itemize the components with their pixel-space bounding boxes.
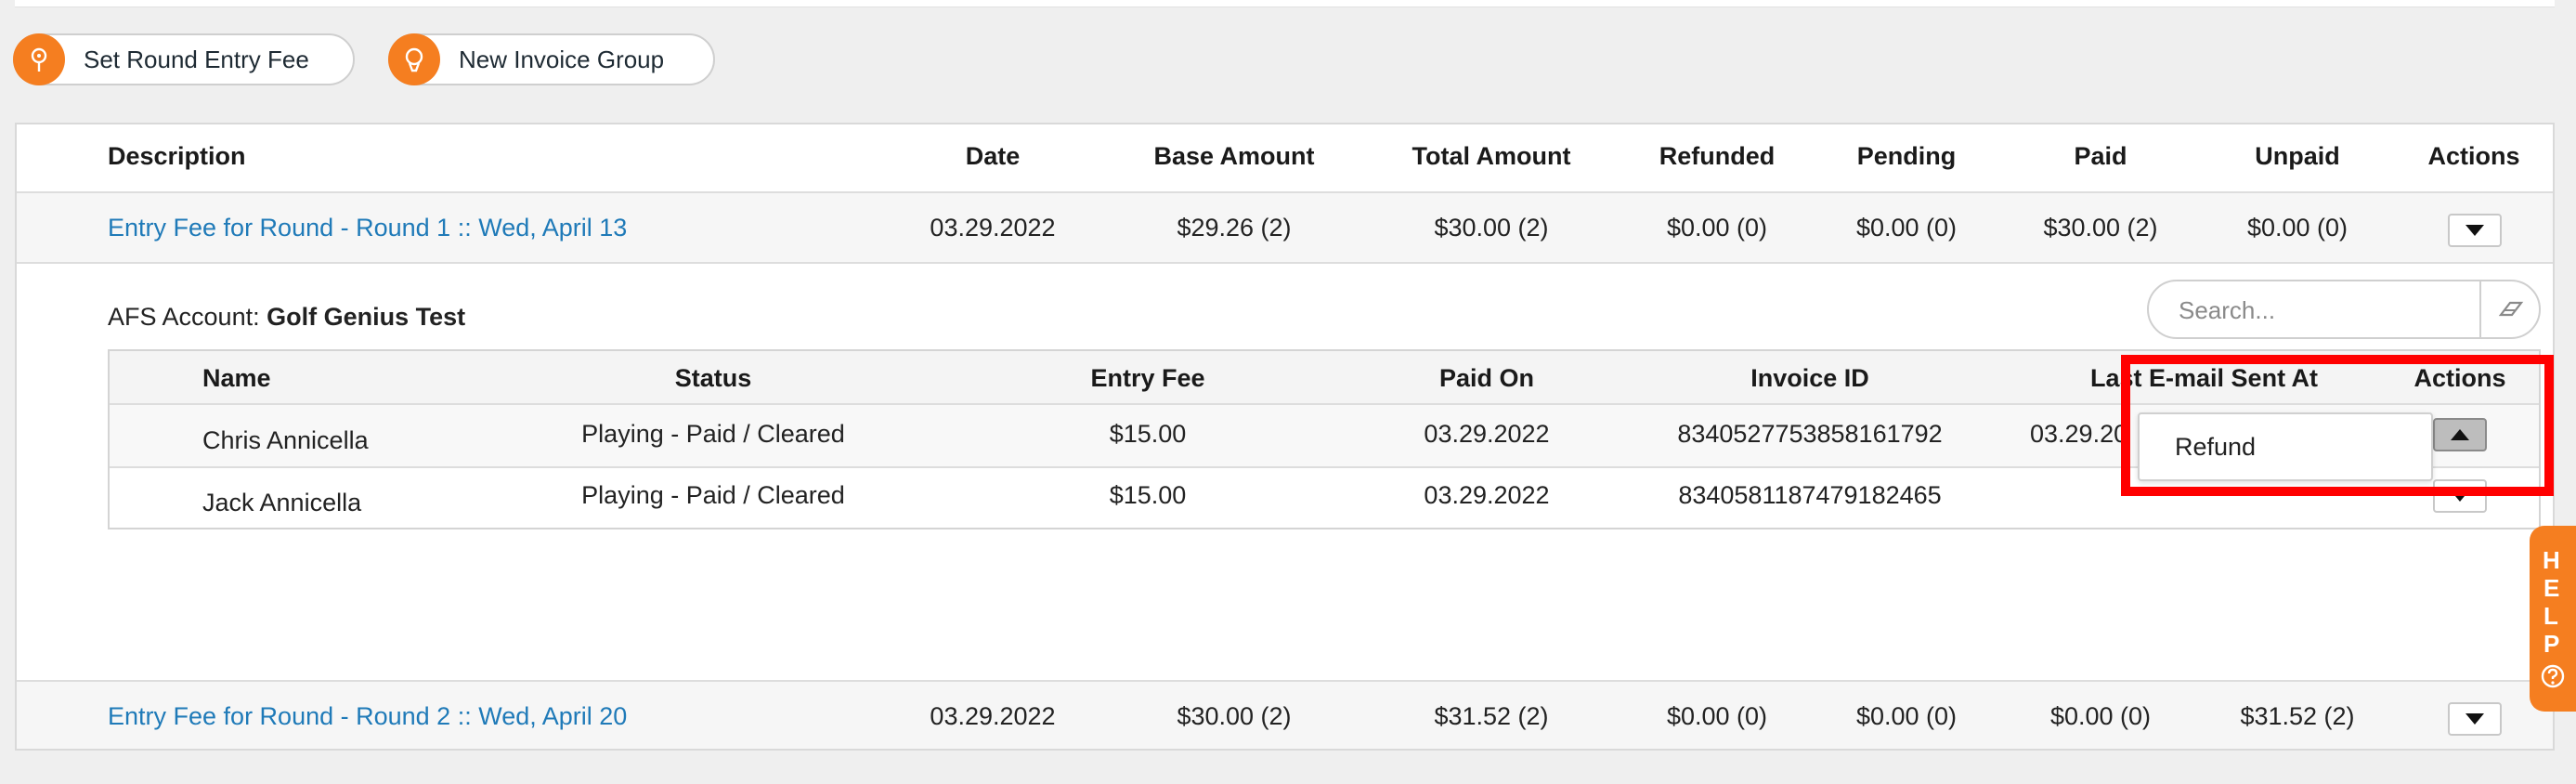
row-unpaid: $31.52 (2) [2240,702,2355,730]
col-header-description: Description [108,142,246,170]
new-invoice-group-button[interactable]: New Invoice Group [388,33,715,85]
afs-account-info: AFS Account: Golf Genius Test [108,303,465,332]
highlight-box [2121,355,2554,496]
chevron-down-icon [2465,713,2484,725]
row-base-amount: $30.00 (2) [1177,702,1292,730]
chevron-down-icon [2465,225,2484,236]
round-1-link[interactable]: Entry Fee for Round - Round 1 :: Wed, Ap… [108,214,627,242]
participant-name: Chris Annicella [202,426,369,454]
set-round-entry-fee-button[interactable]: Set Round Entry Fee [13,33,355,85]
participant-paid-on: 03.29.2022 [1424,420,1550,448]
participant-name: Jack Annicella [202,489,362,516]
col-header-unpaid: Unpaid [2255,142,2340,170]
row-refunded: $0.00 (0) [1666,702,1768,730]
col-header-total-amount: Total Amount [1412,142,1571,170]
sub-col-paid-on: Paid On [1438,364,1535,392]
participant-paid-on: 03.29.2022 [1424,481,1550,509]
row-refunded: $0.00 (0) [1666,214,1768,242]
row-base-amount: $29.26 (2) [1177,214,1292,242]
row-date: 03.29.2022 [930,214,1056,242]
col-header-pending: Pending [1856,142,1957,170]
col-header-base-amount: Base Amount [1153,142,1315,170]
row-paid: $30.00 (2) [2043,214,2158,242]
sub-col-status: Status [674,364,752,392]
row-unpaid: $0.00 (0) [2246,214,2348,242]
row-pending: $0.00 (0) [1855,214,1958,242]
afs-account-name: Golf Genius Test [267,303,466,331]
sub-col-name: Name [202,364,271,392]
col-header-refunded: Refunded [1659,142,1776,170]
col-header-date: Date [965,142,1021,170]
search-divider [2479,281,2481,337]
participant-status: Playing - Paid / Cleared [581,481,845,509]
row-actions-dropdown[interactable] [2448,702,2502,736]
participant-entry-fee: $15.00 [1109,420,1187,448]
search-input[interactable] [2177,291,2487,330]
help-letter: H [2543,546,2560,574]
round-2-link[interactable]: Entry Fee for Round - Round 2 :: Wed, Ap… [108,702,627,731]
row-date: 03.29.2022 [930,702,1056,730]
eraser-icon[interactable] [2494,294,2528,324]
invoice-group-icon [388,33,440,85]
afs-account-label: AFS Account: [108,303,260,331]
row-total-amount: $31.52 (2) [1434,702,1549,730]
sub-col-entry-fee: Entry Fee [1090,364,1205,392]
help-letter: P [2543,630,2560,658]
sub-col-invoice-id: Invoice ID [1750,364,1869,392]
pin-icon [13,33,65,85]
participant-invoice-id: 8340527753858161792 [1677,420,1943,448]
new-invoice-group-label: New Invoice Group [459,46,665,73]
set-round-entry-fee-label: Set Round Entry Fee [84,46,309,73]
help-tab[interactable]: H E L P [2530,526,2576,712]
help-letter: L [2543,602,2558,630]
help-letter: E [2543,574,2560,602]
col-header-actions: Actions [2427,142,2520,170]
row-total-amount: $30.00 (2) [1434,214,1549,242]
col-header-paid: Paid [2074,142,2127,170]
participant-invoice-id: 8340581187479182465 [1678,481,1942,509]
question-circle-icon [2540,663,2566,696]
divider [17,262,2553,264]
row-paid: $0.00 (0) [2049,702,2152,730]
participant-last-email: 03.29.20 [2030,420,2128,448]
participant-entry-fee: $15.00 [1109,481,1187,509]
search-box [2147,280,2541,339]
participant-status: Playing - Paid / Cleared [581,420,845,448]
top-strip [15,0,2555,7]
row-pending: $0.00 (0) [1855,702,1958,730]
row-actions-dropdown[interactable] [2448,214,2502,247]
